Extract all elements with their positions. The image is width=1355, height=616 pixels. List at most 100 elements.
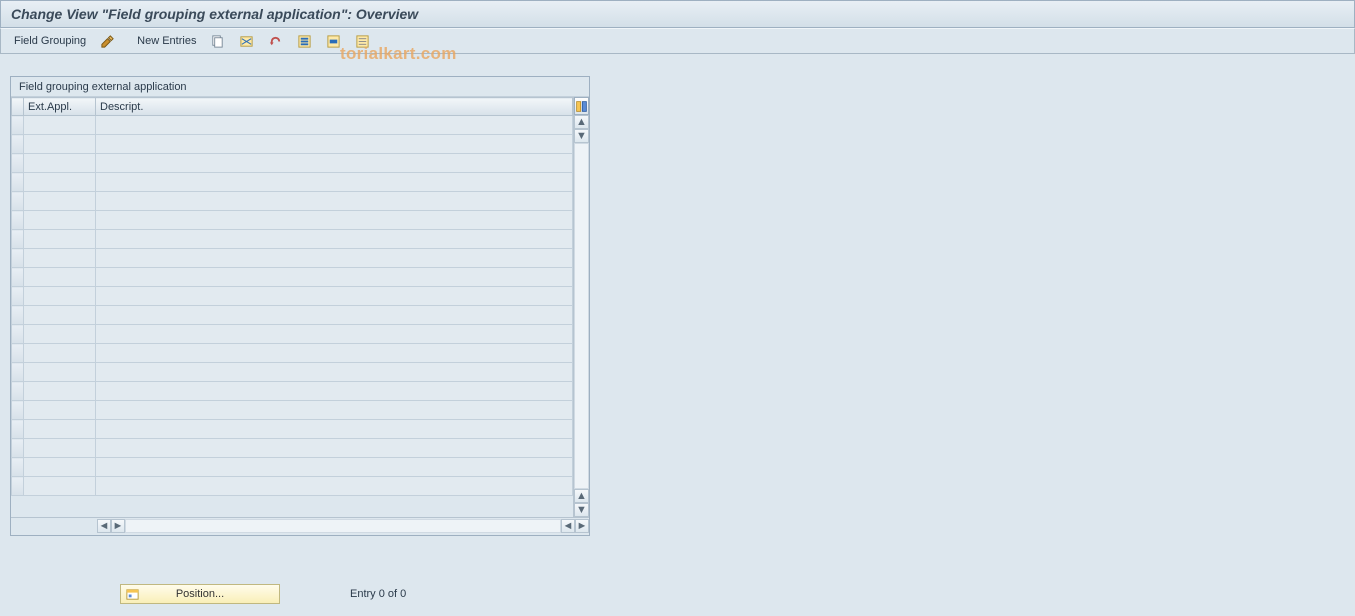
scroll-down-button[interactable]: ▼ [574,129,589,143]
row-selector[interactable] [12,325,24,344]
table-row[interactable] [12,154,573,173]
select-all-button[interactable] [292,31,317,52]
cell-descript[interactable] [96,420,573,439]
row-selector-header[interactable] [12,98,24,116]
row-selector[interactable] [12,477,24,496]
vertical-scrollbar[interactable]: ▲ ▼ ▲ ▼ [573,97,589,517]
cell-descript[interactable] [96,325,573,344]
column-header-descript[interactable]: Descript. [96,98,573,116]
table-row[interactable] [12,211,573,230]
scroll-track-h[interactable] [125,519,561,533]
new-entries-button[interactable]: New Entries [132,32,201,50]
cell-descript[interactable] [96,173,573,192]
cell-ext-appl[interactable] [24,230,96,249]
cell-ext-appl[interactable] [24,268,96,287]
row-selector[interactable] [12,249,24,268]
table-row[interactable] [12,439,573,458]
table-row[interactable] [12,477,573,496]
cell-ext-appl[interactable] [24,287,96,306]
select-block-button[interactable] [321,31,346,52]
row-selector[interactable] [12,230,24,249]
table-row[interactable] [12,363,573,382]
copy-as-button[interactable] [205,31,230,52]
table-row[interactable] [12,268,573,287]
cell-descript[interactable] [96,477,573,496]
row-selector[interactable] [12,135,24,154]
table-row[interactable] [12,192,573,211]
cell-ext-appl[interactable] [24,420,96,439]
row-selector[interactable] [12,420,24,439]
cell-ext-appl[interactable] [24,401,96,420]
cell-ext-appl[interactable] [24,116,96,135]
cell-descript[interactable] [96,211,573,230]
cell-ext-appl[interactable] [24,477,96,496]
cell-descript[interactable] [96,382,573,401]
scroll-track[interactable] [574,143,589,489]
cell-ext-appl[interactable] [24,439,96,458]
row-selector[interactable] [12,401,24,420]
table-row[interactable] [12,306,573,325]
cell-ext-appl[interactable] [24,306,96,325]
table-row[interactable] [12,325,573,344]
cell-descript[interactable] [96,401,573,420]
row-selector[interactable] [12,439,24,458]
cell-descript[interactable] [96,230,573,249]
position-button[interactable]: Position... [120,584,280,604]
cell-ext-appl[interactable] [24,458,96,477]
scroll-left-button-2[interactable]: ◄ [561,519,575,533]
table-row[interactable] [12,344,573,363]
undo-button[interactable] [263,31,288,52]
cell-ext-appl[interactable] [24,249,96,268]
table-row[interactable] [12,382,573,401]
cell-descript[interactable] [96,363,573,382]
data-grid[interactable]: Ext.Appl. Descript. [11,97,573,517]
table-row[interactable] [12,116,573,135]
row-selector[interactable] [12,363,24,382]
cell-descript[interactable] [96,344,573,363]
cell-descript[interactable] [96,116,573,135]
row-selector[interactable] [12,116,24,135]
table-row[interactable] [12,173,573,192]
cell-descript[interactable] [96,268,573,287]
row-selector[interactable] [12,287,24,306]
row-selector[interactable] [12,382,24,401]
cell-descript[interactable] [96,192,573,211]
scroll-down-button-2[interactable]: ▼ [574,503,589,517]
change-mode-button[interactable] [95,31,120,52]
cell-descript[interactable] [96,287,573,306]
scroll-up-button[interactable]: ▲ [574,115,589,129]
table-row[interactable] [12,230,573,249]
cell-ext-appl[interactable] [24,154,96,173]
scroll-left-button[interactable]: ◄ [97,519,111,533]
table-row[interactable] [12,249,573,268]
row-selector[interactable] [12,211,24,230]
field-grouping-button[interactable]: Field Grouping [9,32,91,50]
row-selector[interactable] [12,268,24,287]
table-row[interactable] [12,401,573,420]
table-row[interactable] [12,458,573,477]
table-row[interactable] [12,287,573,306]
scroll-right-button[interactable]: ► [111,519,125,533]
cell-ext-appl[interactable] [24,382,96,401]
cell-ext-appl[interactable] [24,325,96,344]
cell-ext-appl[interactable] [24,173,96,192]
row-selector[interactable] [12,173,24,192]
row-selector[interactable] [12,458,24,477]
cell-ext-appl[interactable] [24,363,96,382]
scroll-up-button-2[interactable]: ▲ [574,489,589,503]
cell-ext-appl[interactable] [24,135,96,154]
delete-button[interactable] [234,31,259,52]
cell-descript[interactable] [96,154,573,173]
cell-ext-appl[interactable] [24,211,96,230]
table-settings-button[interactable] [574,97,589,115]
cell-descript[interactable] [96,458,573,477]
cell-descript[interactable] [96,306,573,325]
cell-descript[interactable] [96,439,573,458]
cell-ext-appl[interactable] [24,192,96,211]
table-row[interactable] [12,420,573,439]
horizontal-scrollbar[interactable]: ◄ ► ◄ ► [11,517,589,533]
row-selector[interactable] [12,154,24,173]
cell-descript[interactable] [96,135,573,154]
deselect-all-button[interactable] [350,31,375,52]
column-header-ext-appl[interactable]: Ext.Appl. [24,98,96,116]
